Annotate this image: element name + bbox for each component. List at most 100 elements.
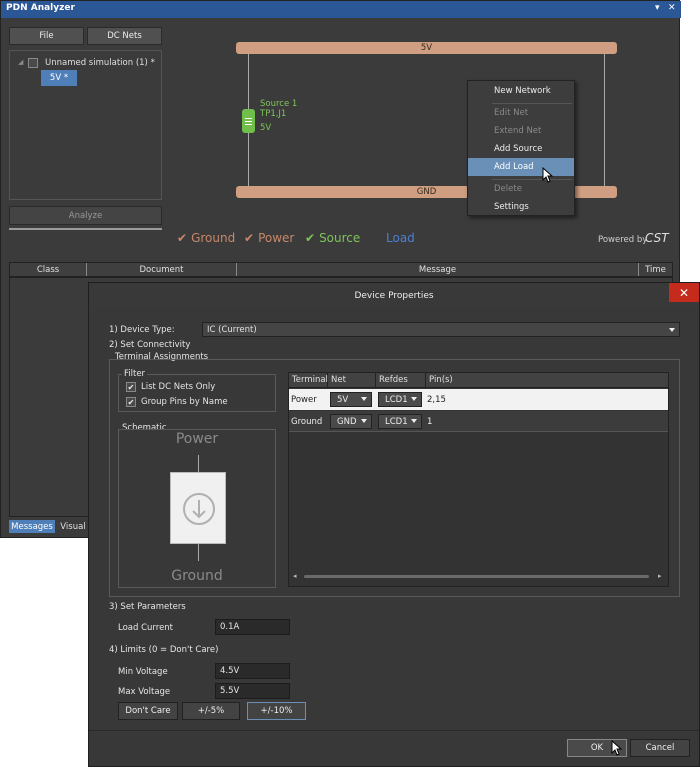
min-voltage-input[interactable]: 4.5V bbox=[215, 663, 290, 679]
device-type-select[interactable]: IC (Current) bbox=[202, 322, 680, 337]
power-check-icon: ✔ bbox=[244, 231, 255, 245]
column-refdes[interactable]: Refdes bbox=[376, 373, 426, 387]
panel-menu-icon[interactable]: ▾ bbox=[655, 3, 660, 13]
menu-item-new-network[interactable]: New Network bbox=[468, 82, 574, 100]
simulation-item[interactable]: Unnamed simulation (1) * bbox=[45, 58, 155, 68]
scroll-left-icon[interactable]: ◂ bbox=[293, 572, 297, 580]
load-current-label: Load Current bbox=[118, 623, 174, 633]
menu-item-edit-net[interactable]: Edit Net bbox=[468, 104, 574, 122]
tab-visual[interactable]: Visual bbox=[57, 520, 89, 533]
context-menu: New Network Edit Net Extend Net Add Sour… bbox=[467, 80, 575, 216]
pins-cell[interactable]: 1 bbox=[427, 417, 432, 427]
chevron-down-icon bbox=[361, 419, 367, 423]
legend-power[interactable]: ✔ Power bbox=[244, 231, 294, 245]
list-dc-nets-checkbox[interactable]: ✔ bbox=[126, 382, 136, 392]
powered-by-label: Powered by bbox=[598, 235, 648, 245]
set-parameters-label: 3) Set Parameters bbox=[109, 602, 186, 612]
column-document[interactable]: Document bbox=[87, 263, 237, 276]
mouse-cursor-icon bbox=[542, 167, 554, 183]
legend-source[interactable]: ✔ Source bbox=[305, 231, 360, 245]
column-net[interactable]: Net bbox=[328, 373, 376, 387]
close-icon[interactable]: ✕ bbox=[668, 3, 676, 13]
filter-title: Filter bbox=[122, 369, 148, 379]
source-check-icon: ✔ bbox=[305, 231, 316, 245]
legend-ground[interactable]: ✔ Ground bbox=[177, 231, 235, 245]
schematic-ground-label: Ground bbox=[171, 568, 223, 584]
source-icon[interactable] bbox=[242, 109, 255, 133]
horizontal-scrollbar[interactable] bbox=[304, 575, 649, 578]
source-name: Source 1 bbox=[260, 99, 298, 109]
chevron-down-icon bbox=[669, 328, 675, 332]
column-terminal[interactable]: Terminal bbox=[289, 373, 328, 387]
schematic-wire-bottom bbox=[198, 544, 199, 561]
current-source-icon bbox=[183, 493, 215, 525]
group-pins-checkbox[interactable]: ✔ bbox=[126, 397, 136, 407]
file-button[interactable]: File bbox=[9, 27, 84, 45]
analyze-progress bbox=[9, 228, 162, 230]
terminal-cell: Ground bbox=[291, 417, 323, 427]
column-message[interactable]: Message bbox=[237, 263, 639, 276]
cancel-button[interactable]: Cancel bbox=[630, 739, 690, 757]
device-type-value: IC (Current) bbox=[207, 324, 257, 335]
refdes-dropdown[interactable]: LCD1 bbox=[378, 414, 422, 429]
dc-nets-button[interactable]: DC Nets bbox=[87, 27, 162, 45]
pdn-title-bar: PDN Analyzer ▾ ✕ bbox=[1, 1, 681, 18]
dialog-divider bbox=[89, 730, 699, 731]
chevron-down-icon bbox=[361, 397, 367, 401]
dialog-title: Device Properties bbox=[89, 283, 699, 309]
messages-header: Class Document Message Time bbox=[9, 262, 673, 277]
scroll-right-icon[interactable]: ▸ bbox=[658, 572, 662, 580]
menu-item-delete[interactable]: Delete bbox=[468, 180, 574, 198]
table-row[interactable]: Ground GND LCD1 1 bbox=[289, 411, 668, 432]
device-properties-dialog: Device Properties ✕ 1) Device Type: IC (… bbox=[88, 282, 700, 767]
set-connectivity-label: 2) Set Connectivity bbox=[109, 340, 191, 350]
ground-check-icon: ✔ bbox=[177, 231, 188, 245]
simulation-checkbox[interactable] bbox=[28, 58, 38, 68]
max-voltage-input[interactable]: 5.5V bbox=[215, 683, 290, 699]
check-icon: ✔ bbox=[127, 397, 135, 407]
menu-item-extend-net[interactable]: Extend Net bbox=[468, 122, 574, 140]
menu-item-settings[interactable]: Settings bbox=[468, 198, 574, 216]
min-voltage-label: Min Voltage bbox=[118, 667, 168, 677]
column-class[interactable]: Class bbox=[10, 263, 87, 276]
dialog-close-button[interactable]: ✕ bbox=[669, 283, 699, 302]
legend-load[interactable]: Load bbox=[386, 231, 415, 245]
tab-messages[interactable]: Messages bbox=[9, 520, 55, 533]
mouse-cursor-icon bbox=[611, 740, 623, 756]
column-pins[interactable]: Pin(s) bbox=[426, 373, 668, 387]
terminal-cell: Power bbox=[291, 395, 317, 405]
menu-item-add-source[interactable]: Add Source bbox=[468, 140, 574, 158]
table-row[interactable]: Power 5V LCD1 2,15 bbox=[289, 389, 668, 410]
power-rail[interactable]: 5V bbox=[236, 42, 617, 54]
limits-label: 4) Limits (0 = Don't Care) bbox=[109, 645, 219, 655]
load-current-input[interactable]: 0.1A bbox=[215, 619, 290, 635]
chevron-down-icon bbox=[411, 419, 417, 423]
terminal-grid: Terminal Net Refdes Pin(s) Power 5V LCD1… bbox=[288, 372, 669, 587]
menu-item-add-load[interactable]: Add Load bbox=[468, 158, 574, 176]
device-symbol bbox=[170, 472, 226, 544]
list-dc-nets-label: List DC Nets Only bbox=[141, 382, 216, 392]
net-dropdown[interactable]: 5V bbox=[330, 392, 372, 407]
schematic-power-label: Power bbox=[175, 431, 219, 447]
chevron-down-icon bbox=[411, 397, 417, 401]
plus-minus-10-button[interactable]: +/-10% bbox=[247, 702, 306, 720]
column-time[interactable]: Time bbox=[639, 263, 672, 276]
expand-icon[interactable]: ◢ bbox=[18, 58, 23, 66]
pdn-title: PDN Analyzer bbox=[6, 3, 75, 13]
pins-cell[interactable]: 2,15 bbox=[427, 395, 446, 405]
analyze-button[interactable]: Analyze bbox=[9, 206, 162, 225]
plus-minus-5-button[interactable]: +/-5% bbox=[182, 702, 240, 720]
load-wire bbox=[604, 54, 605, 186]
check-icon: ✔ bbox=[127, 382, 135, 392]
group-pins-label: Group Pins by Name bbox=[141, 397, 228, 407]
terminal-grid-header: Terminal Net Refdes Pin(s) bbox=[289, 373, 668, 388]
schematic-wire-top bbox=[198, 455, 199, 472]
dont-care-button[interactable]: Don't Care bbox=[118, 702, 178, 720]
net-item-5v[interactable]: 5V * bbox=[41, 70, 77, 86]
max-voltage-label: Max Voltage bbox=[118, 687, 171, 697]
cst-logo: CST bbox=[645, 231, 669, 245]
refdes-dropdown[interactable]: LCD1 bbox=[378, 392, 422, 407]
source-refs: TP1,J1 bbox=[260, 109, 287, 119]
close-icon: ✕ bbox=[678, 285, 690, 300]
net-dropdown[interactable]: GND bbox=[330, 414, 372, 429]
